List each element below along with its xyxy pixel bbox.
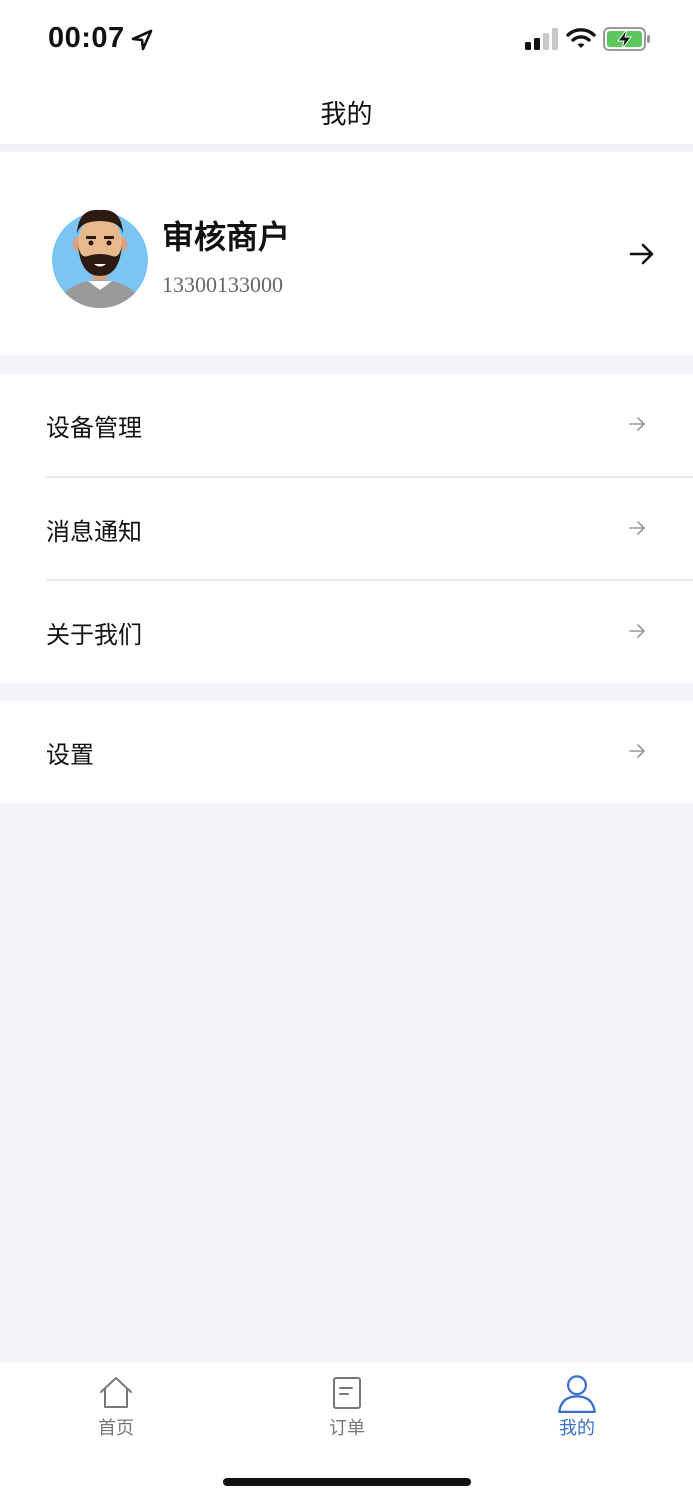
arrow-right-icon [629, 417, 645, 431]
menu-group: 设置 [0, 701, 693, 803]
avatar [52, 209, 148, 308]
tab-label: 首页 [98, 1418, 134, 1439]
menu-item-message-notification[interactable]: 消息通知 [0, 478, 693, 581]
home-indicator [223, 1478, 471, 1486]
wifi-icon [566, 28, 596, 48]
status-bar: 00:07 [0, 0, 693, 80]
home-icon [100, 1377, 132, 1408]
battery-charging-icon [603, 27, 650, 51]
tab-mine[interactable]: 我的 [507, 1363, 647, 1443]
tab-orders[interactable]: 订单 [277, 1363, 417, 1443]
user-icon [558, 1375, 596, 1413]
profile-card[interactable]: 审核商户 13300133000 [0, 152, 693, 355]
signal-icon [525, 28, 558, 50]
arrow-right-icon[interactable] [629, 241, 655, 267]
tab-label: 我的 [559, 1418, 595, 1439]
tab-home[interactable]: 首页 [46, 1363, 186, 1443]
menu-item-label: 设备管理 [46, 414, 142, 442]
menu-group: 设备管理 消息通知 关于我们 [0, 374, 693, 683]
menu-item-label: 关于我们 [46, 621, 142, 649]
menu-item-label: 消息通知 [46, 518, 142, 546]
menu-item-label: 设置 [46, 741, 94, 769]
arrow-right-icon [629, 521, 645, 535]
menu-item-about-us[interactable]: 关于我们 [0, 581, 693, 684]
profile-phone: 13300133000 [162, 272, 283, 297]
tab-label: 订单 [329, 1418, 365, 1439]
arrow-right-icon [629, 744, 645, 758]
profile-name: 审核商户 [162, 218, 291, 256]
menu-item-settings[interactable]: 设置 [0, 701, 693, 804]
status-time: 00:07 [48, 22, 125, 54]
page-title: 我的 [320, 100, 373, 130]
document-icon [333, 1377, 361, 1409]
arrow-right-icon [629, 624, 645, 638]
menu-item-device-management[interactable]: 设备管理 [0, 374, 693, 477]
nav-bar: 我的 [0, 80, 693, 148]
location-arrow-icon [131, 29, 153, 51]
